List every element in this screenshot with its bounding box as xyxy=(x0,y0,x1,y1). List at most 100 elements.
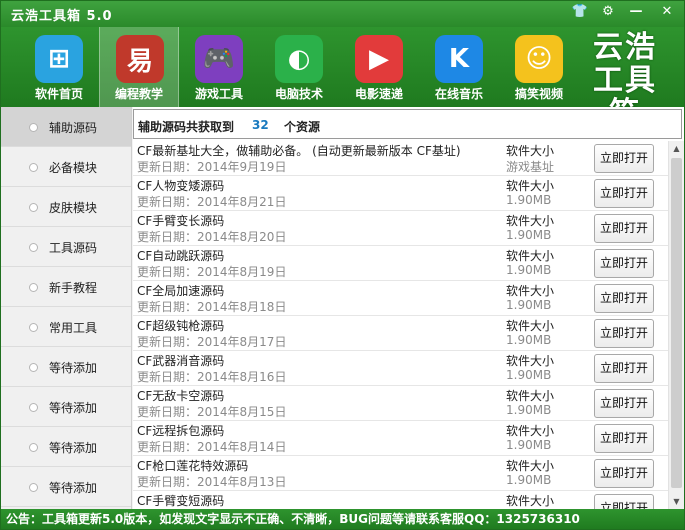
sidebar-item-3[interactable]: 工具源码 xyxy=(1,227,131,267)
resource-date: 更新日期：2014年9月19日 xyxy=(137,160,287,174)
resource-name: CF枪口莲花特效源码 xyxy=(137,459,249,473)
resource-size: 1.90MB xyxy=(506,403,552,417)
sidebar-item-6[interactable]: 等待添加 xyxy=(1,347,131,387)
open-now-button[interactable]: 立即打开 xyxy=(594,494,654,509)
sidebar-item-5[interactable]: 常用工具 xyxy=(1,307,131,347)
resource-name: CF无敌卡空源码 xyxy=(137,389,225,403)
radio-dot-icon xyxy=(29,283,38,292)
open-now-button[interactable]: 立即打开 xyxy=(594,284,654,313)
window-title: 云浩工具箱 5.0 xyxy=(11,9,113,24)
size-label: 软件大小 xyxy=(506,214,555,228)
open-now-button[interactable]: 立即打开 xyxy=(594,144,654,173)
list-scrollbar[interactable]: ▲ ▼ xyxy=(668,141,684,509)
nav-item-5[interactable]: K 在线音乐 xyxy=(419,27,499,107)
resource-name: CF最新基址大全，做辅助必备。 (自动更新最新版本 CF基址) xyxy=(137,144,461,158)
title-bar[interactable]: 云浩工具箱 5.0 👕 ⚙ — ✕ xyxy=(1,1,684,27)
size-label: 软件大小 xyxy=(506,389,555,403)
music-k-icon: K xyxy=(435,35,483,83)
nav-item-0[interactable]: ⊞ 软件首页 xyxy=(19,27,99,107)
size-label: 软件大小 xyxy=(506,494,555,508)
resource-size: 1.90MB xyxy=(506,473,552,487)
close-button[interactable]: ✕ xyxy=(650,1,684,23)
resource-date: 更新日期：2014年8月20日 xyxy=(137,230,287,244)
open-now-button[interactable]: 立即打开 xyxy=(594,214,654,243)
list-item: CF武器消音源码 更新日期：2014年8月16日 软件大小 1.90MB 立即打开 xyxy=(133,351,684,386)
scroll-down-icon[interactable]: ▼ xyxy=(669,494,684,509)
resource-date: 更新日期：2014年8月17日 xyxy=(137,335,287,349)
sidebar-item-label: 新手教程 xyxy=(49,281,98,295)
sidebar-item-7[interactable]: 等待添加 xyxy=(1,387,131,427)
radio-dot-icon xyxy=(29,443,38,452)
open-now-button[interactable]: 立即打开 xyxy=(594,389,654,418)
nav-item-label: 软件首页 xyxy=(34,87,83,101)
size-label: 软件大小 xyxy=(506,424,555,438)
open-now-button[interactable]: 立即打开 xyxy=(594,179,654,208)
open-now-button[interactable]: 立即打开 xyxy=(594,424,654,453)
nav-item-1[interactable]: 易编程教学 xyxy=(99,27,179,107)
sidebar-item-label: 皮肤模块 xyxy=(49,201,98,215)
resource-size: 1.90MB xyxy=(506,368,552,382)
nav-item-4[interactable]: ▶ 电影速递 xyxy=(339,27,419,107)
radio-dot-icon xyxy=(29,323,38,332)
app-window: 云浩工具箱 5.0 👕 ⚙ — ✕ ⊞ 软件首页 易编程教学 🎮 游戏工具 ◐ 电脑技术 ▶ 电… xyxy=(0,0,685,530)
open-now-button[interactable]: 立即打开 xyxy=(594,354,654,383)
sidebar-item-4[interactable]: 新手教程 xyxy=(1,267,131,307)
radio-dot-icon xyxy=(29,483,38,492)
resource-name: CF武器消音源码 xyxy=(137,354,225,368)
settings-icon[interactable]: ⚙ xyxy=(594,1,622,23)
nav-item-2[interactable]: 🎮 游戏工具 xyxy=(179,27,259,107)
movie-clapper-icon: ▶ xyxy=(355,35,403,83)
radio-dot-icon xyxy=(29,243,38,252)
sidebar-item-1[interactable]: 必备模块 xyxy=(1,147,131,187)
resource-size: 游戏基址 xyxy=(506,160,555,174)
resource-name: CF超级钝枪源码 xyxy=(137,319,225,333)
open-now-button[interactable]: 立即打开 xyxy=(594,319,654,348)
window-controls: 👕 ⚙ — ✕ xyxy=(566,1,684,25)
list-item: CF自动跳跃源码 更新日期：2014年8月19日 软件大小 1.90MB 立即打开 xyxy=(133,246,684,281)
resource-date: 更新日期：2014年8月14日 xyxy=(137,440,287,454)
nav-item-label: 电影速递 xyxy=(354,87,403,101)
sidebar-item-label: 等待添加 xyxy=(49,441,98,455)
resource-date: 更新日期：2014年8月21日 xyxy=(137,195,287,209)
nav-item-6[interactable]: ☺ 搞笑视频 xyxy=(499,27,579,107)
size-label: 软件大小 xyxy=(506,459,555,473)
resource-name: CF远程拆包源码 xyxy=(137,424,225,438)
sidebar-item-8[interactable]: 等待添加 xyxy=(1,427,131,467)
radio-dot-icon xyxy=(29,123,38,132)
computer-tech-icon: ◐ xyxy=(275,35,323,83)
sidebar-item-label: 等待添加 xyxy=(49,481,98,495)
resource-size: 1.90MB xyxy=(506,438,552,452)
main-nav: ⊞ 软件首页 易编程教学 🎮 游戏工具 ◐ 电脑技术 ▶ 电影速递 K 在线音乐 ☺ 搞笑视频 xyxy=(19,27,579,107)
open-now-button[interactable]: 立即打开 xyxy=(594,459,654,488)
open-now-button[interactable]: 立即打开 xyxy=(594,249,654,278)
windows-logo-icon: ⊞ xyxy=(35,35,83,83)
resource-name: CF手臂变长源码 xyxy=(137,214,225,228)
sidebar-item-label: 常用工具 xyxy=(49,321,98,335)
nav-item-3[interactable]: ◐ 电脑技术 xyxy=(259,27,339,107)
resource-count: 32 xyxy=(252,118,269,132)
resource-name: CF人物变矮源码 xyxy=(137,179,225,193)
header-nav-bar: ⊞ 软件首页 易编程教学 🎮 游戏工具 ◐ 电脑技术 ▶ 电影速递 K 在线音乐 ☺ 搞笑视频 云浩 工… xyxy=(1,27,684,130)
brand-logo: 云浩 工具箱 xyxy=(578,31,672,130)
resource-date: 更新日期：2014年8月16日 xyxy=(137,370,287,384)
scroll-thumb[interactable] xyxy=(671,158,682,488)
announcement-bar: 公告：工具箱更新5.0版本，如发现文字显示不正确、不清晰，BUG问题等请联系客服… xyxy=(1,509,684,529)
summary-suffix: 个资源 xyxy=(284,120,321,134)
resource-summary: 辅助源码共获取到 32 个资源 xyxy=(133,109,682,139)
resource-panel: 辅助源码共获取到 32 个资源 CF最新基址大全，做辅助必备。 (自动更新最新版… xyxy=(133,107,684,509)
code-tutorial-icon: 易 xyxy=(116,35,164,83)
sidebar-item-label: 必备模块 xyxy=(49,161,98,175)
skin-icon[interactable]: 👕 xyxy=(566,1,594,23)
sidebar-item-0[interactable]: 辅助源码 xyxy=(1,107,131,147)
minimize-button[interactable]: — xyxy=(622,1,650,23)
nav-item-label: 电脑技术 xyxy=(274,87,323,101)
sidebar-item-label: 等待添加 xyxy=(49,361,98,375)
sidebar-item-9[interactable]: 等待添加 xyxy=(1,467,131,507)
size-label: 软件大小 xyxy=(506,249,555,263)
size-label: 软件大小 xyxy=(506,144,555,158)
resource-size: 1.90MB xyxy=(506,298,552,312)
list-item: CF人物变矮源码 更新日期：2014年8月21日 软件大小 1.90MB 立即打开 xyxy=(133,176,684,211)
sidebar-item-2[interactable]: 皮肤模块 xyxy=(1,187,131,227)
summary-prefix: 辅助源码共获取到 xyxy=(138,120,235,134)
scroll-up-icon[interactable]: ▲ xyxy=(669,141,684,156)
